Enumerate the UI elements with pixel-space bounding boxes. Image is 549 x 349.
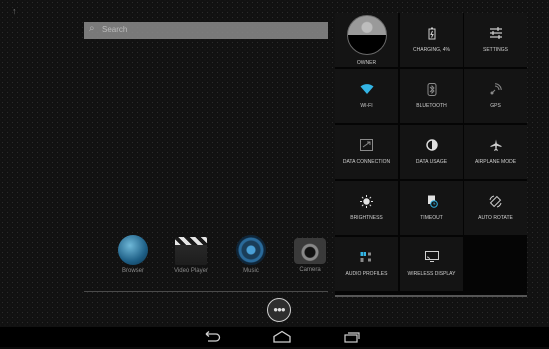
airplane-icon [489,139,503,153]
notification-icon: ↑ [12,6,17,16]
dock-label: Browser [121,268,144,274]
qs-tile-label: WIRELESS DISPLAY [407,271,456,277]
battery-icon [425,27,439,41]
settings-sliders-icon [489,27,503,41]
qs-tile-data-usage[interactable]: DATA USAGE [400,125,463,179]
qs-tile-label: AIRPLANE MODE [474,159,517,165]
dock-item-browser[interactable]: Browser [108,235,158,274]
dock-label: Music [243,268,259,274]
brightness-icon [360,195,374,209]
data-usage-icon [425,139,439,153]
qs-tile-label: OWNER [356,60,377,66]
qs-tile-label: CHARGING, 4% [413,47,450,53]
qs-tile-gps[interactable]: GPS [464,69,527,123]
dock-label: Video Player [174,268,208,274]
wireless-display-icon [424,251,439,265]
home-screen: ↑ ⌕ Search Browser Video Player Music Ca… [0,0,549,347]
qs-tile-label: BLUETOOTH [416,103,447,109]
qs-tile-brightness[interactable]: BRIGHTNESS [335,181,398,235]
qs-tile-label: DATA CONNECTION [342,159,391,165]
qs-tile-auto-rotate[interactable]: AUTO ROTATE [464,181,527,235]
browser-icon [118,235,148,265]
search-bar[interactable]: ⌕ Search [84,22,328,39]
search-icon: ⌕ [89,23,95,34]
dock-divider [84,291,328,292]
qs-tile-battery[interactable]: CHARGING, 4% [400,13,463,67]
dock-item-camera[interactable]: Camera [285,235,335,273]
owner-avatar [346,15,387,55]
qs-tile-label: AUDIO PROFILES [345,271,388,277]
music-icon [236,235,266,265]
qs-tile-label: AUTO ROTATE [478,215,513,221]
all-apps-icon: ●●● [273,305,285,314]
bluetooth-icon [425,83,439,97]
recent-apps-icon[interactable] [340,330,364,344]
qs-tile-label: BRIGHTNESS [350,215,383,221]
qs-tile-audio-profiles[interactable]: AUDIO PROFILES [335,237,398,291]
dock-item-music[interactable]: Music [226,235,276,274]
qs-tile-data-connection[interactable]: DATA CONNECTION [335,125,398,179]
qs-tile-label: WI-FI [360,103,373,109]
timeout-icon [425,195,439,209]
audio-profiles-icon [360,251,374,265]
qs-tile-label: GPS [490,103,501,109]
qs-tile-label: DATA USAGE [415,159,448,165]
gps-icon [489,83,503,97]
qs-tile-wireless-display[interactable]: WIRELESS DISPLAY [400,237,463,291]
dock-item-video-player[interactable]: Video Player [166,235,216,274]
navigation-bar [0,327,549,347]
qs-tile-label: TIMEOUT [420,215,443,221]
qs-tile-airplane-mode[interactable]: AIRPLANE MODE [464,125,527,179]
dock-label: Camera [299,267,321,273]
qs-tile-owner[interactable]: OWNER [335,13,398,67]
all-apps-button[interactable]: ●●● [267,298,291,322]
qs-tile-settings[interactable]: SETTINGS [464,13,527,67]
wifi-icon [360,83,374,97]
qs-tile-timeout[interactable]: TIMEOUT [400,181,463,235]
quick-settings-panel: OWNER CHARGING, 4% SETTINGS WI-FI BLUETO… [335,13,527,295]
quick-settings-handle[interactable] [335,295,527,297]
qs-tile-label: SETTINGS [482,47,508,53]
qs-tile-wifi[interactable]: WI-FI [335,69,398,123]
home-icon[interactable] [270,330,294,344]
qs-tile-bluetooth[interactable]: BLUETOOTH [400,69,463,123]
data-connection-icon [360,139,374,153]
rotate-icon [489,195,503,209]
video-player-icon [175,237,207,265]
camera-icon [294,238,326,264]
back-icon[interactable] [199,330,223,344]
search-placeholder: Search [102,25,128,34]
